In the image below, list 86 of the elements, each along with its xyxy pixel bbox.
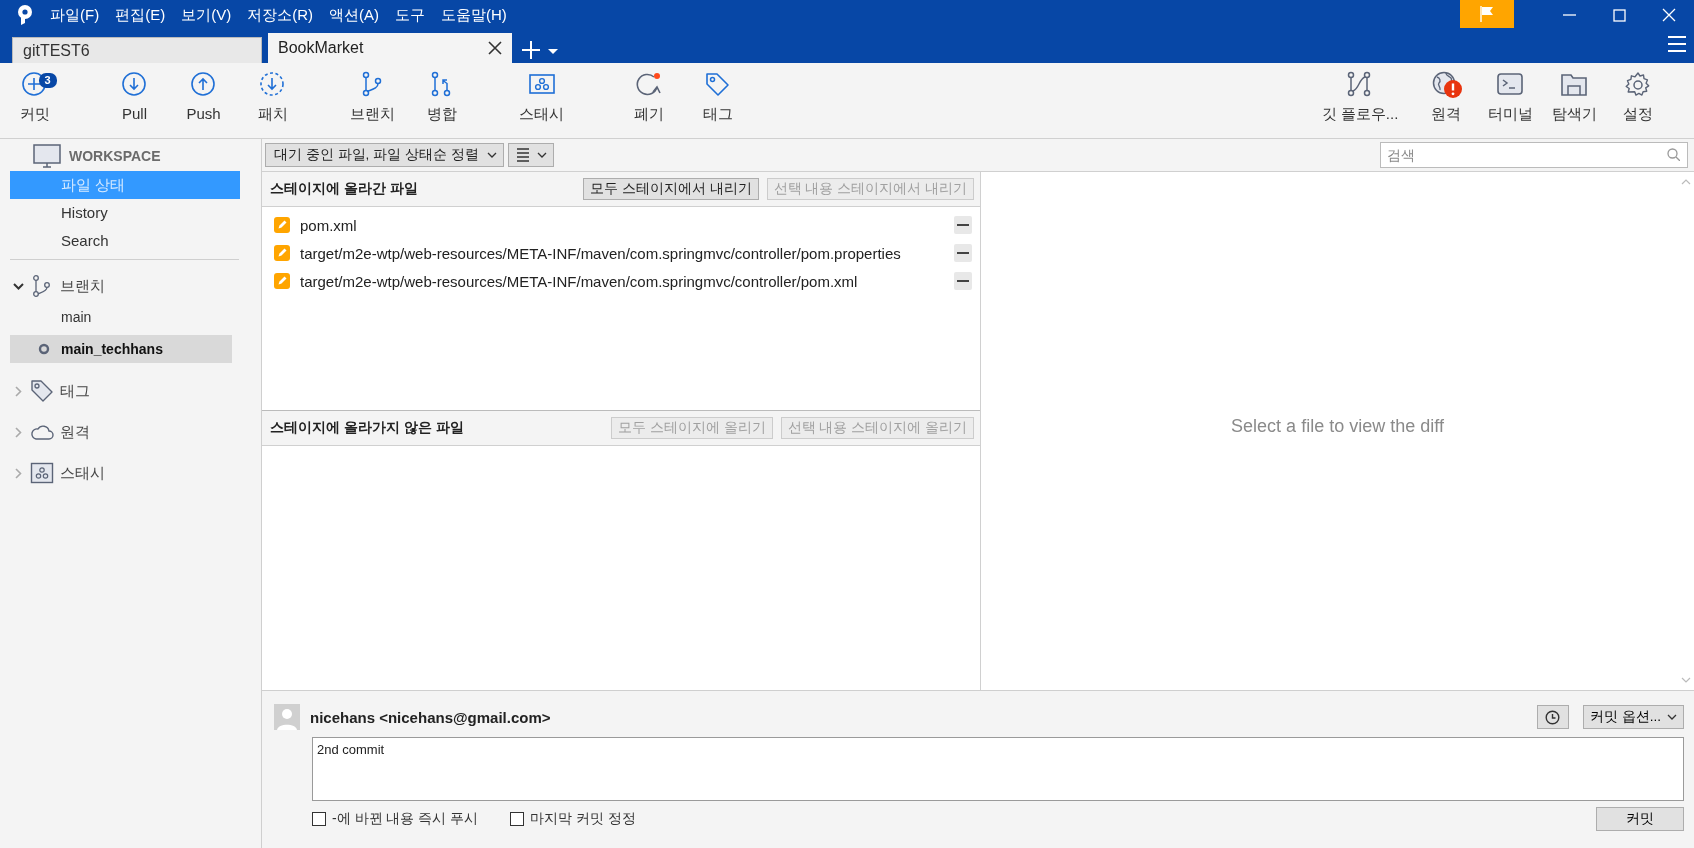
list-icon [516,148,529,162]
toolbar-button[interactable]: 탐색기 [1542,63,1606,138]
repository-tab[interactable]: BookMarket [268,33,512,63]
tag-icon [30,379,54,403]
unstage-button[interactable] [954,244,972,262]
scroll-up-icon [1681,178,1691,186]
menu-item[interactable]: 도구 [395,5,425,25]
toolbar-button[interactable]: 브랜치 [338,63,407,138]
file-path[interactable]: target/m2e-wtp/web-resources/META-INF/maven/com.springmvc/controller/pom.properties [300,244,944,262]
toolbar-button[interactable]: 원격 [1414,63,1478,138]
stash-box-icon [30,461,54,485]
unstage-button[interactable] [954,272,972,290]
section-header[interactable]: 브랜치 [60,276,105,296]
section-title: 스테이지에 올라가지 않은 파일 [270,419,465,437]
section-header[interactable]: 태그 [60,381,90,401]
close-icon [1662,8,1676,22]
toolbar-button[interactable]: 깃 플로우... [1312,63,1408,138]
terminal-icon [1496,71,1524,97]
folder-icon [1560,71,1588,97]
checkbox[interactable] [510,812,525,826]
file-path[interactable]: target/m2e-wtp/web-resources/META-INF/maven/com.springmvc/controller/pom.xml [300,272,944,290]
toolbar-button[interactable]: Pull [100,63,169,138]
menu-item[interactable]: 도움말(H) [441,5,507,25]
download-icon [120,71,149,97]
section-header[interactable]: 스태시 [60,463,105,483]
view-mode-dropdown[interactable] [507,143,554,167]
avatar-icon [274,704,300,730]
file-path[interactable]: pom.xml [300,216,944,234]
stage-button[interactable]: 모두 스테이지에서 내리기 [583,178,759,200]
toolbar-button[interactable]: 스태시 [507,63,576,138]
section-title: 스테이지에 올라간 파일 [270,180,419,198]
search-field[interactable]: 검색 [1380,142,1688,168]
caret-icon [548,49,558,54]
circular-arrow-icon [634,71,663,97]
sidebar-item[interactable]: History [10,199,240,227]
menu-item[interactable]: 액션(A) [329,5,379,25]
toolbar-button[interactable]: 3 커밋 [0,63,69,138]
branch-item[interactable]: main [10,303,232,331]
commit-button[interactable]: 커밋 [1596,807,1684,831]
settings-icon [1624,71,1652,97]
section-title: WORKSPACE [69,148,161,164]
search-icon [1667,148,1680,161]
checkbox[interactable] [312,812,326,826]
empty-diff-message: Select a file to view the diff [1231,415,1444,437]
toolbar-button[interactable]: 폐기 [614,63,683,138]
menu-item[interactable]: 파일(F) [50,5,100,25]
toolbar-button[interactable]: 패치 [238,63,307,138]
upload-icon [189,71,218,97]
menu-item[interactable]: 편집(E) [115,5,166,25]
chevron-down-icon [1667,714,1677,720]
section-header[interactable]: 원격 [60,422,90,442]
menu-item[interactable]: 저장소(R) [247,5,313,25]
toolbar-button[interactable]: 터미널 [1478,63,1542,138]
stash-box-icon [527,71,556,97]
branch-item[interactable]: main_techhans [10,335,232,363]
commit-message-field[interactable]: 2nd commit [312,737,1684,801]
toolbar-button[interactable]: 병합 [407,63,476,138]
history-button[interactable] [1537,705,1569,729]
unstage-button[interactable] [954,216,972,234]
tag-icon [703,71,732,97]
commit-options-dropdown[interactable]: 커밋 옵션... [1583,705,1684,729]
dashed-download-icon [258,71,287,97]
repository-tab[interactable]: gitTEST6 [12,37,262,63]
toolbar-button[interactable]: 태그 [683,63,752,138]
sidebar-item[interactable]: Search [10,227,240,255]
chevron-down-icon [486,152,497,158]
menu-icon [1668,36,1686,52]
checkbox-label: 마지막 커밋 정정 [530,810,636,828]
scroll-down-icon [1681,676,1691,684]
count-badge: 3 [38,73,57,88]
add-tab-icon [522,41,540,59]
close-icon [488,41,502,55]
maximize-icon [1612,8,1626,22]
chevron-down-icon [536,152,547,158]
toolbar-button[interactable]: 설정 [1606,63,1670,138]
author-name: nicehans <nicehans@gmail.com> [310,708,552,726]
minus-icon [957,224,969,226]
minus-icon [957,280,969,282]
flag-icon [1479,5,1495,23]
clock-icon [1545,709,1561,725]
menu-item[interactable]: 보기(V) [181,5,232,25]
checkbox-label: -에 바뀐 내용 즉시 푸시 [332,810,479,828]
minus-icon [957,252,969,254]
toolbar-button[interactable]: Push [169,63,238,138]
sort-dropdown[interactable]: 대기 중인 파일, 파일 상태순 정렬 [265,143,504,167]
monitor-icon [33,144,61,168]
